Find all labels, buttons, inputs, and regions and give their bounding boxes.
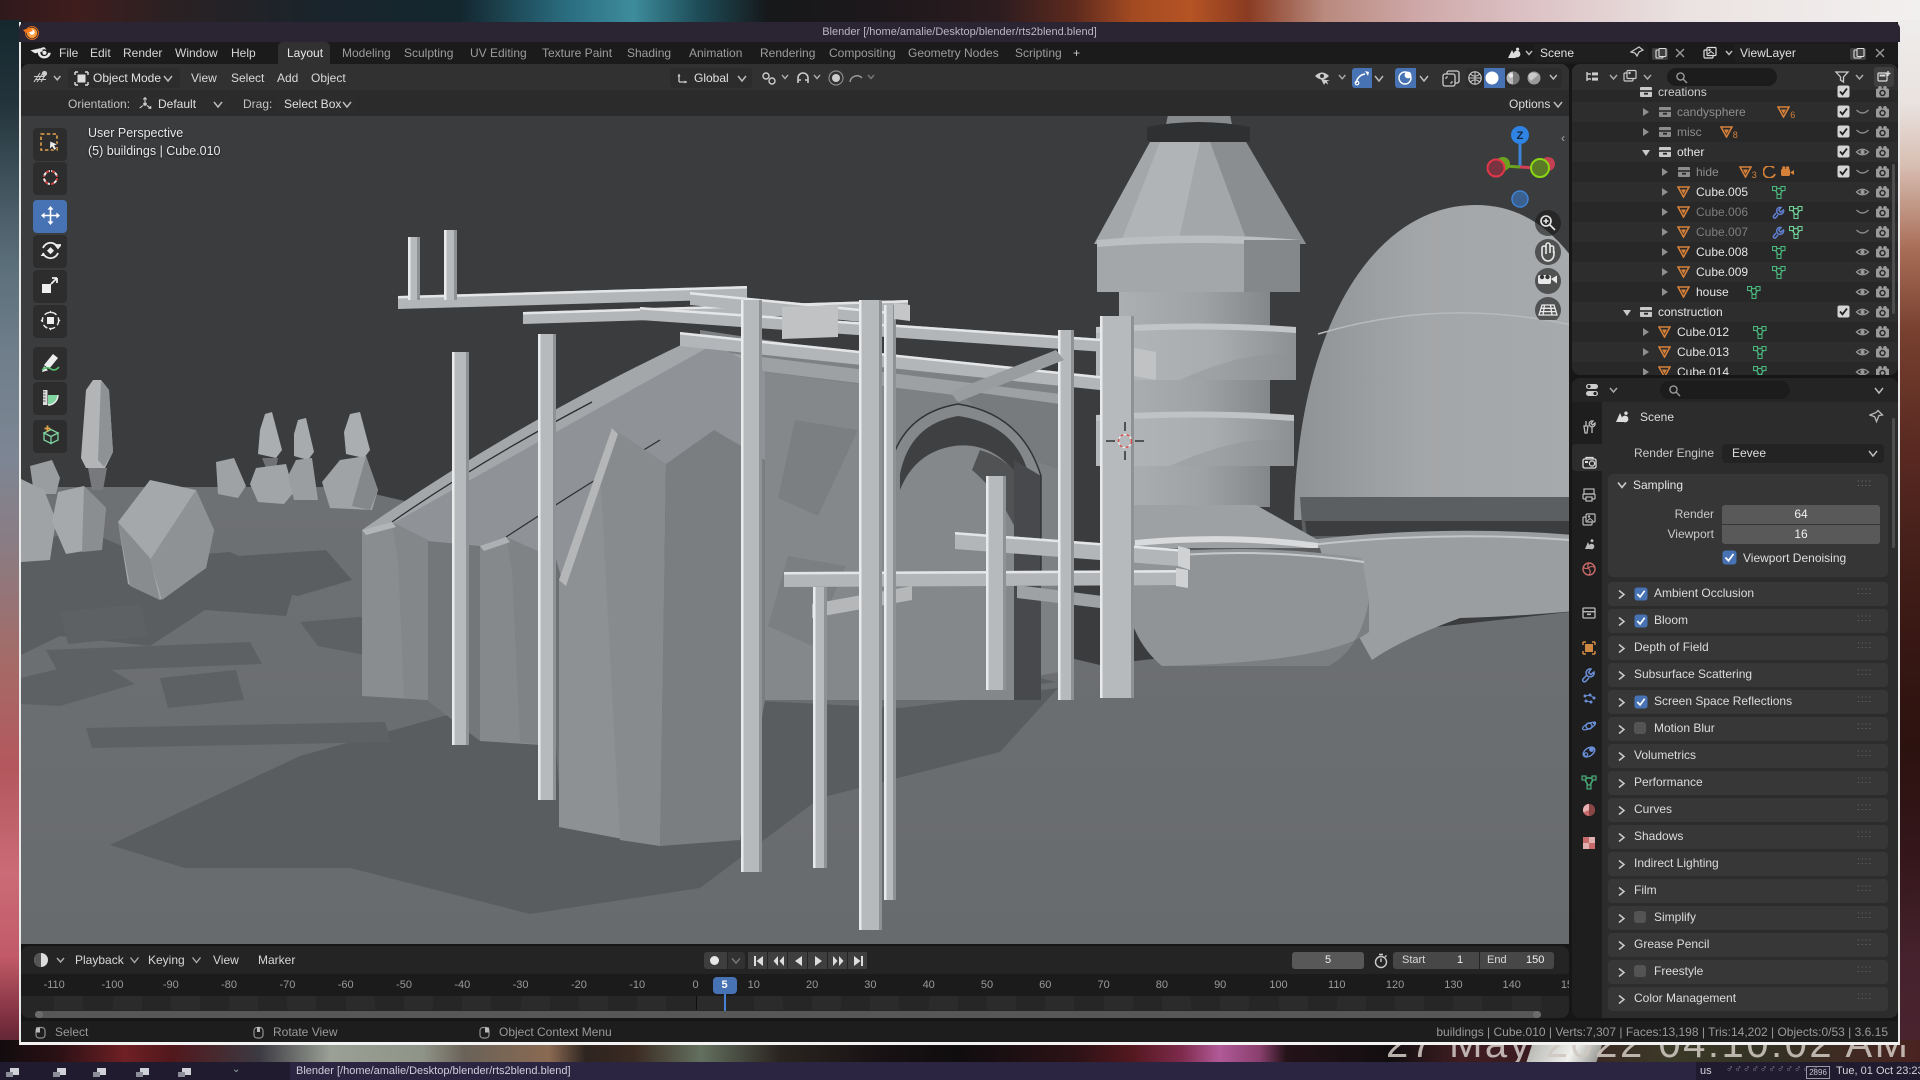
svg-text:Z: Z bbox=[1517, 130, 1524, 142]
